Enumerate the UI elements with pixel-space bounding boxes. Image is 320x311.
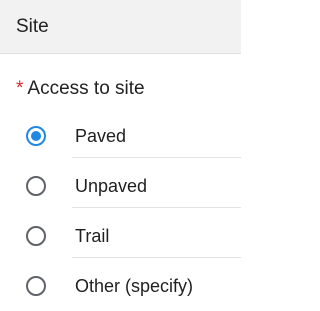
divider <box>72 207 241 208</box>
question-text: Access to site <box>27 78 145 99</box>
radio-unselected-icon[interactable] <box>26 226 46 246</box>
radio-option-label: Paved <box>75 126 127 146</box>
radio-unselected-icon[interactable] <box>26 276 46 296</box>
radio-option-label: Trail <box>75 226 110 246</box>
section-header: Site <box>0 0 241 54</box>
radio-option-unpaved[interactable]: Unpaved <box>0 164 241 208</box>
radio-option-label: Unpaved <box>75 176 148 196</box>
divider <box>72 157 241 158</box>
radio-selected-icon[interactable] <box>26 126 46 146</box>
divider <box>72 257 241 258</box>
radio-option-paved[interactable]: Paved <box>0 114 241 158</box>
question-label: * Access to site <box>16 78 145 100</box>
radio-unselected-icon[interactable] <box>26 176 46 196</box>
required-marker: * <box>16 78 24 99</box>
radio-option-label: Other (specify) <box>75 276 194 296</box>
radio-option-other[interactable]: Other (specify) <box>0 264 241 308</box>
radio-option-trail[interactable]: Trail <box>0 214 241 258</box>
section-title: Site <box>16 16 49 37</box>
